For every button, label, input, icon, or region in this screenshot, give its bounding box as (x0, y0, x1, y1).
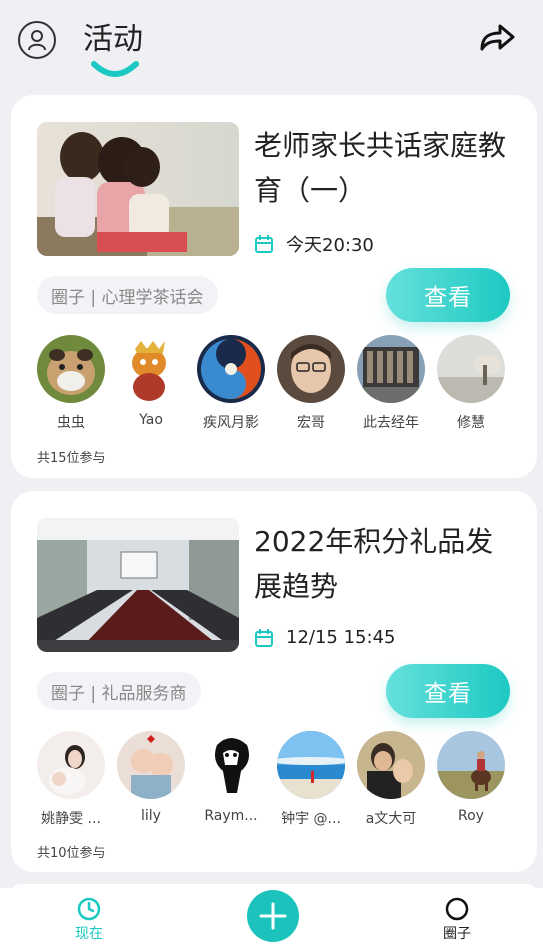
participant-name: lily (141, 808, 161, 824)
participant[interactable]: 姚静雯 ... (37, 731, 105, 828)
circle-tag[interactable]: 圈子 | 礼品服务商 (37, 672, 201, 710)
profile-button[interactable] (18, 21, 56, 59)
avatar (37, 731, 105, 799)
title-underline (91, 61, 139, 77)
participant-name: Raym... (204, 808, 258, 824)
view-button[interactable]: 查看 (386, 664, 510, 718)
event-thumbnail (37, 122, 239, 256)
participant-name: 疾风月影 (203, 415, 259, 431)
top-header: 活动 (0, 0, 543, 90)
profile-icon (28, 30, 46, 51)
participant-name: 钟宇 @... (281, 811, 341, 827)
avatar (357, 335, 425, 403)
avatar (197, 731, 265, 799)
participant[interactable]: 宏哥 (277, 335, 345, 432)
participant-name: 虫虫⁣ (57, 415, 85, 431)
avatar (437, 731, 505, 799)
clock-icon (77, 897, 101, 921)
share-icon[interactable] (478, 22, 516, 52)
avatar (117, 731, 185, 799)
participant-name: 修慧 (457, 415, 485, 431)
participant[interactable]: Raym... (197, 731, 265, 824)
avatar (197, 335, 265, 403)
event-time-row: 12/15 15:45 (254, 627, 395, 648)
page-title[interactable]: 活动 (83, 14, 143, 58)
participant-count: 共10位参与 (37, 846, 106, 861)
participant-name: Roy (458, 808, 484, 824)
tab-now-label: 现在 (75, 926, 103, 942)
participant[interactable]: 此去经年 (357, 335, 425, 432)
tab-now[interactable]: 现在 (68, 896, 110, 943)
participant[interactable]: 修慧 (437, 335, 505, 432)
participant-name: Yao (139, 412, 163, 428)
bottom-nav: 现在 圈子 (0, 888, 543, 948)
event-time: 今天20:30 (286, 235, 374, 256)
participant-name: 姚静雯 ... (41, 811, 101, 827)
participant-avatars: 姚静雯 ... lily Raym... 钟宇 @... a文大可 Roy (37, 731, 517, 828)
add-button[interactable] (247, 890, 299, 942)
event-title: 老师家长共话家庭教育（一） (254, 129, 507, 207)
event-time: 12/15 15:45 (286, 627, 396, 648)
calendar-icon (255, 235, 273, 253)
participant[interactable]: 虫虫⁣ (37, 335, 105, 432)
participant[interactable]: Roy (437, 731, 505, 824)
view-button[interactable]: 查看 (386, 268, 510, 322)
avatar (277, 335, 345, 403)
plus-icon (259, 902, 287, 930)
participant-avatars: 虫虫⁣ Yao 疾风月影 宏哥 此去经年 (37, 335, 517, 432)
avatar (117, 335, 185, 403)
event-title: 2022年积分礼品发展趋势 (254, 525, 494, 603)
participant-name: 宏哥 (297, 415, 325, 431)
circle-icon (445, 897, 469, 921)
avatar (37, 335, 105, 403)
calendar-icon (255, 628, 273, 647)
participant[interactable]: 钟宇 @... (277, 731, 345, 828)
event-card[interactable]: 老师家长共话家庭教育（一） 今天20:30 圈子 | 心理学茶话会 查看 虫虫⁣… (11, 95, 537, 478)
tab-circle-label: 圈子 (443, 926, 471, 942)
participant[interactable]: 疾风月影 (197, 335, 265, 432)
participant[interactable]: lily (117, 731, 185, 824)
avatar (357, 731, 425, 799)
avatar (277, 731, 345, 799)
participant[interactable]: Yao (117, 335, 185, 428)
tab-circle[interactable]: 圈子 (436, 896, 478, 943)
participant-name: 此去经年 (363, 415, 419, 431)
event-thumbnail (37, 518, 239, 652)
avatar (437, 335, 505, 403)
participant[interactable]: a文大可 (357, 731, 425, 828)
participant-count: 共15位参与 (37, 451, 106, 466)
event-card[interactable]: 2022年积分礼品发展趋势 12/15 15:45 圈子 | 礼品服务商 查看 … (11, 491, 537, 872)
circle-tag[interactable]: 圈子 | 心理学茶话会 (37, 276, 218, 314)
event-time-row: 今天20:30 (254, 231, 374, 257)
participant-name: a文大可 (365, 811, 417, 827)
